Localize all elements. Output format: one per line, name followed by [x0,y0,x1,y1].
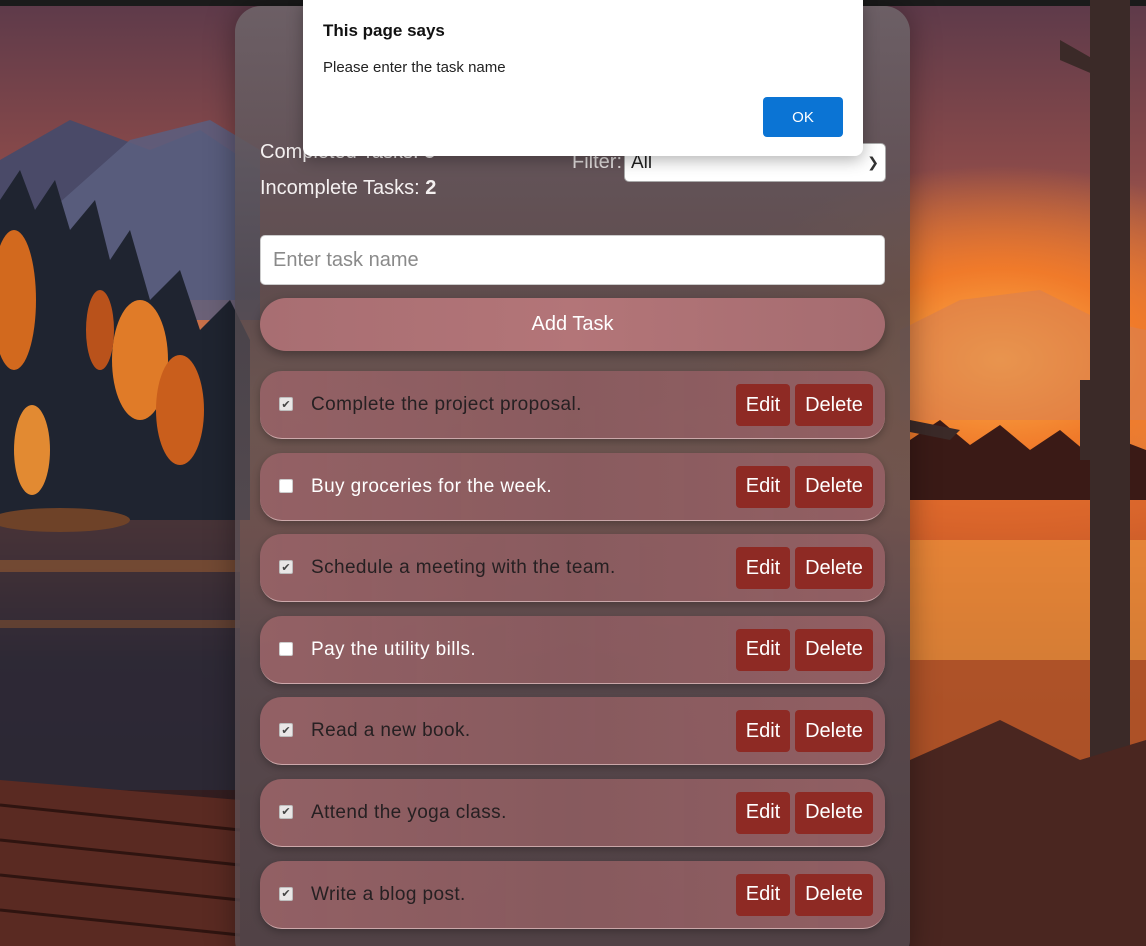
delete-task-button[interactable]: Delete [795,710,873,753]
task-checkbox[interactable]: ✔ [279,886,293,901]
task-name: Write a blog post. [311,883,466,905]
edit-task-button[interactable]: Edit [736,791,790,834]
task-item: ✔ Attend the yoga class. Edit Delete [260,778,885,847]
incomplete-count: 2 [425,177,437,199]
task-checkbox[interactable]: ✔ [279,804,293,819]
task-name: Attend the yoga class. [311,801,507,823]
delete-task-button[interactable]: Delete [795,791,873,834]
edit-task-button[interactable]: Edit [736,465,790,508]
add-task-button[interactable]: Add Task [260,298,885,351]
checkmark-icon: ✔ [281,560,291,574]
task-item: ✔ Schedule a meeting with the team. Edit De… [260,534,885,603]
task-name: Complete the project proposal. [311,394,582,415]
edit-task-button[interactable]: Edit [736,384,790,426]
delete-task-button[interactable]: Delete [795,873,873,916]
task-checkbox[interactable]: ✔ [279,723,293,738]
task-checkbox[interactable] [279,641,293,656]
delete-task-button[interactable]: Delete [795,628,873,671]
edit-task-button[interactable]: Edit [736,628,790,671]
delete-task-button[interactable]: Delete [795,547,873,590]
checkmark-icon: ✔ [281,723,291,737]
task-name: Buy groceries for the week. [311,475,553,497]
task-name: Read a new book. [311,720,471,742]
chevron-down-icon: ❯ [867,154,879,170]
task-name: Schedule a meeting with the team. [311,557,616,579]
task-item: ✔ Complete the project proposal. Edit Delet… [260,371,885,439]
incomplete-label: Incomplete Tasks: [260,177,420,199]
alert-dialog: This page says Please enter the task nam… [303,0,863,156]
task-item: ✔ Write a blog post. Edit Delete [260,860,885,929]
task-item: Pay the utility bills. Edit Delete [260,615,885,684]
checkmark-icon: ✔ [281,887,291,901]
delete-task-button[interactable]: Delete [795,384,873,426]
edit-task-button[interactable]: Edit [736,547,790,590]
incomplete-stat: Incomplete Tasks: 2 [260,176,436,212]
edit-task-button[interactable]: Edit [736,873,790,916]
task-name-input[interactable] [260,235,885,285]
task-checkbox[interactable]: ✔ [279,560,293,575]
task-item: ✔ Read a new book. Edit Delete [260,697,885,766]
task-checkbox[interactable] [279,478,293,493]
task-list: ✔ Complete the project proposal. Edit Delet… [260,371,885,942]
checkmark-icon: ✔ [281,397,291,411]
dialog-ok-button[interactable]: OK [763,97,843,137]
task-name: Pay the utility bills. [311,638,477,660]
edit-task-button[interactable]: Edit [736,710,790,753]
task-item: Buy groceries for the week. Edit Delete [260,452,885,521]
task-checkbox[interactable]: ✔ [279,397,293,411]
dialog-message: Please enter the task name [323,59,506,76]
delete-task-button[interactable]: Delete [795,465,873,508]
dialog-title: This page says [323,21,445,40]
checkmark-icon: ✔ [281,805,291,819]
